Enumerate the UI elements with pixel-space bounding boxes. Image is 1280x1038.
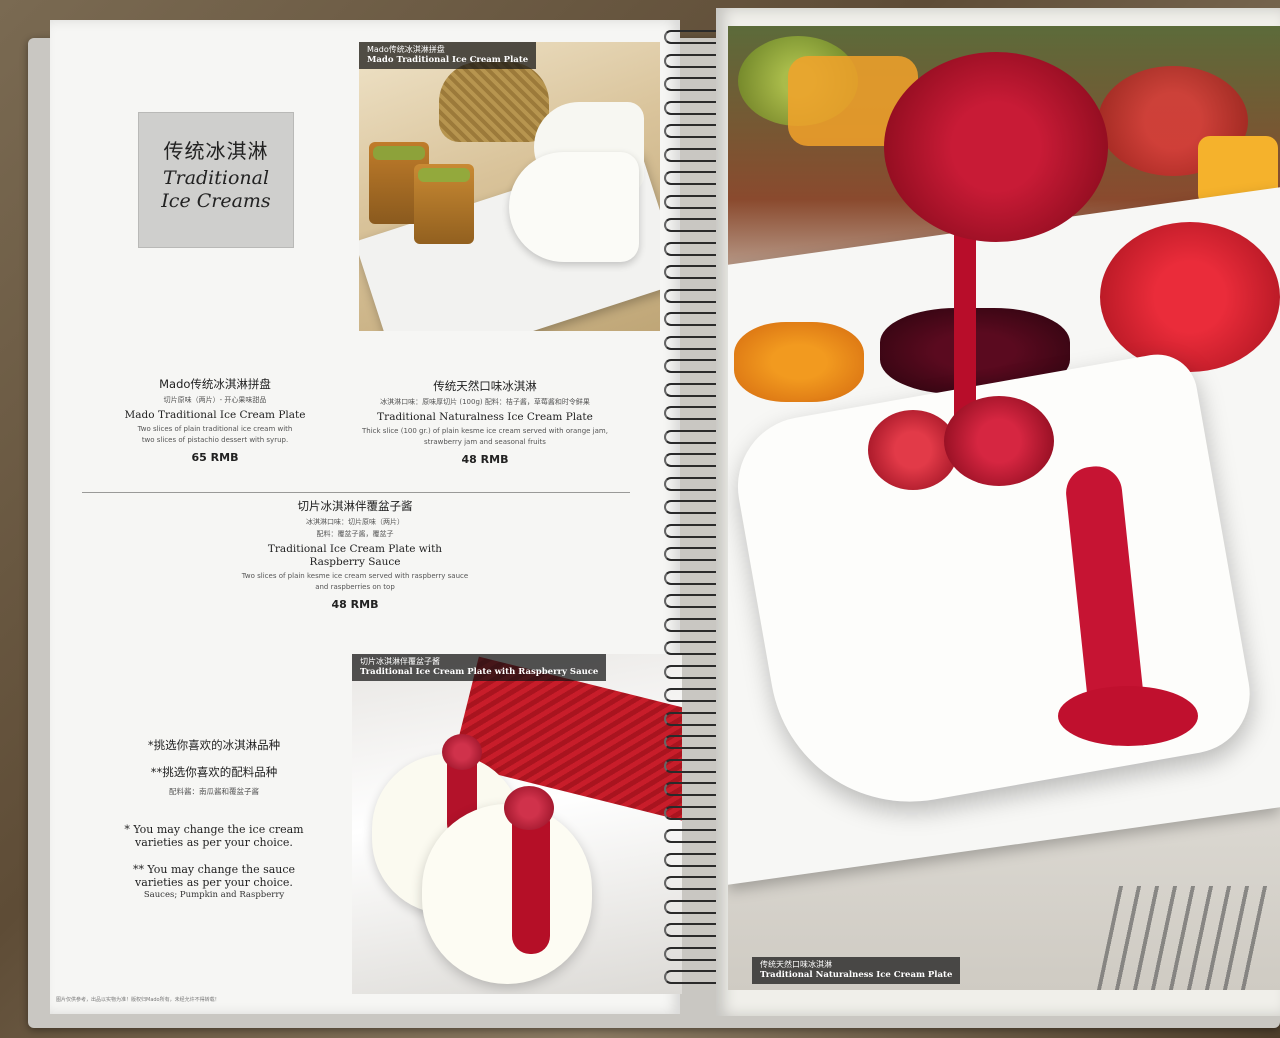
section-title-en-line1: Traditional	[162, 167, 270, 189]
item-name-en-line: Raspberry Sauce	[309, 556, 401, 568]
photo-caption-en: Traditional Naturalness Ice Cream Plate	[760, 970, 953, 980]
item-sub-cn: 冰淇淋口味：原味厚切片 (100g) 配料：桔子酱，草莓酱和时令鲜果	[380, 398, 590, 406]
menu-item-raspberry-plate: 切片冰淇淋伴覆盆子酱 冰淇淋口味：切片原味（两片） 配料：覆盆子酱，覆盆子 Tr…	[220, 498, 490, 611]
note-cn-ice-cream: *挑选你喜欢的冰淇淋品种	[147, 738, 281, 752]
item-name-en-line: Traditional Ice Cream Plate with	[267, 543, 443, 555]
item-price: 48 RMB	[331, 598, 379, 611]
strawberry-image	[944, 396, 1054, 486]
photo-caption-cn: Mado传统冰淇淋拼盘	[367, 45, 445, 54]
item-price: 48 RMB	[461, 453, 509, 466]
note-en-sauce: ** You may change the sauce varieties as…	[94, 863, 334, 889]
item-name-cn: 切片冰淇淋伴覆盆子酱	[297, 499, 413, 513]
section-title-en-line2: Ice Creams	[161, 190, 271, 212]
raspberry-image	[504, 786, 554, 830]
photo-caption-cn: 切片冰淇淋伴覆盆子酱	[360, 657, 440, 666]
item-description-line: and raspberries on top	[315, 583, 395, 591]
photo-caption-en: Mado Traditional Ice Cream Plate	[367, 55, 529, 65]
note-en-line: varieties as per your choice.	[135, 836, 293, 849]
photo-naturalness-plate: 传统天然口味冰淇淋 Traditional Naturalness Ice Cr…	[728, 26, 1280, 990]
item-description: Thick slice (100 gr.) of plain kesme ice…	[350, 426, 620, 448]
menu-item-mado-plate: Mado传统冰淇淋拼盘 切片原味（两片）- 开心果味甜品 Mado Tradit…	[100, 376, 330, 464]
section-divider	[82, 492, 630, 493]
menu-item-naturalness-plate: 传统天然口味冰淇淋 冰淇淋口味：原味厚切片 (100g) 配料：桔子酱，草莓酱和…	[350, 378, 620, 466]
photo-caption: Mado传统冰淇淋拼盘 Mado Traditional Ice Cream P…	[359, 42, 537, 69]
item-sub-cn: 配料：覆盆子酱，覆盆子	[316, 530, 394, 538]
bread-basket-image	[439, 62, 549, 142]
note-en-line: * You may change the ice cream	[124, 823, 304, 836]
item-name-cn: 传统天然口味冰淇淋	[433, 379, 537, 393]
note-en-ice-cream: * You may change the ice cream varieties…	[94, 823, 334, 849]
item-description: Two slices of plain traditional ice crea…	[100, 424, 330, 446]
item-description: Two slices of plain kesme ice cream serv…	[220, 571, 490, 593]
section-title-en: Traditional Ice Creams	[139, 167, 293, 213]
item-sub-cn: 切片原味（两片）- 开心果味甜品	[163, 396, 267, 404]
note-en-line: ** You may change the sauce	[132, 863, 296, 876]
left-menu-page: 传统冰淇淋 Traditional Ice Creams Mado传统冰淇淋拼盘…	[50, 20, 682, 1014]
item-name-en: Traditional Naturalness Ice Cream Plate	[377, 411, 593, 423]
strawberry-image	[1100, 222, 1280, 372]
note-en-line: varieties as per your choice.	[135, 876, 293, 889]
item-name-cn: Mado传统冰淇淋拼盘	[159, 377, 271, 391]
item-description-line: strawberry jam and seasonal fruits	[424, 438, 546, 446]
note-en-sauces: Sauces; Pumpkin and Raspberry	[143, 890, 285, 900]
fork-image	[1096, 886, 1270, 990]
raspberry-image	[442, 734, 482, 770]
note-cn-sauces: 配料酱：南瓜酱和覆盆子酱	[169, 787, 259, 796]
item-description-line: Thick slice (100 gr.) of plain kesme ice…	[362, 427, 608, 435]
photo-caption-en: Traditional Ice Cream Plate with Raspber…	[360, 667, 599, 677]
ice-cream-ball-image	[422, 804, 592, 984]
ice-cream-slice-image	[509, 152, 639, 262]
section-title-box: 传统冰淇淋 Traditional Ice Creams	[138, 112, 294, 248]
item-description-line: Two slices of plain traditional ice crea…	[137, 425, 293, 433]
item-description-line: Two slices of plain kesme ice cream serv…	[241, 572, 469, 580]
photo-caption-cn: 传统天然口味冰淇淋	[760, 960, 832, 969]
customization-notes: *挑选你喜欢的冰淇淋品种 **挑选你喜欢的配料品种 配料酱：南瓜酱和覆盆子酱 *…	[94, 732, 334, 900]
note-cn-sauce: **挑选你喜欢的配料品种	[150, 765, 278, 779]
photo-caption: 切片冰淇淋伴覆盆子酱 Traditional Ice Cream Plate w…	[352, 654, 607, 681]
orange-jam-image	[734, 322, 864, 402]
sauce-pool-image	[1058, 686, 1198, 746]
photo-raspberry-plate: 切片冰淇淋伴覆盆子酱 Traditional Ice Cream Plate w…	[352, 654, 682, 994]
item-sub-cn: 冰淇淋口味：切片原味（两片）	[306, 518, 404, 526]
sauce-spoon-image	[884, 52, 1108, 242]
section-title-cn: 传统冰淇淋	[163, 139, 269, 163]
item-description-line: two slices of pistachio dessert with syr…	[141, 436, 289, 444]
item-name-en: Mado Traditional Ice Cream Plate	[124, 409, 306, 421]
pouring-sauce-image	[954, 226, 976, 426]
item-name-en: Traditional Ice Cream Plate with Raspber…	[220, 543, 490, 569]
image-disclaimer: 图片仅供参考，出品以实物为准！版权归Mado所有，未经允许不得转载！	[56, 997, 220, 1003]
photo-caption: 传统天然口味冰淇淋 Traditional Naturalness Ice Cr…	[752, 957, 961, 984]
photo-mado-traditional-plate: Mado传统冰淇淋拼盘 Mado Traditional Ice Cream P…	[359, 42, 660, 331]
item-price: 65 RMB	[191, 451, 239, 464]
